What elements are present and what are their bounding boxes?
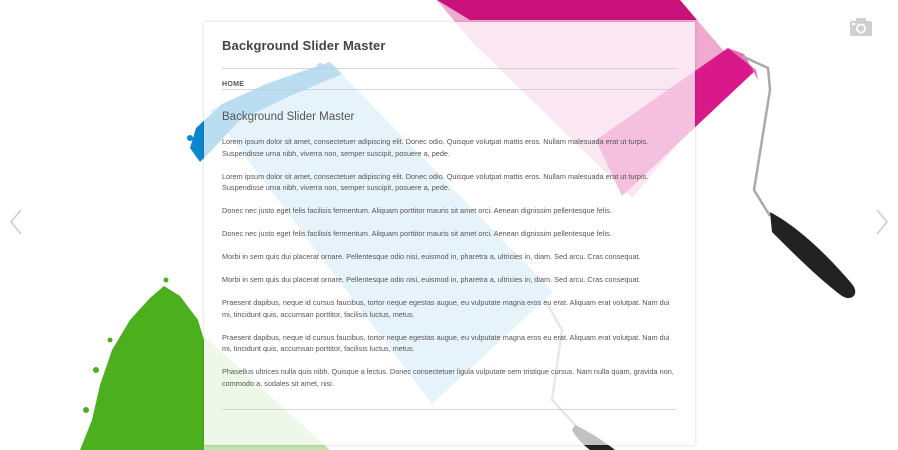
chevron-left-icon[interactable] [9, 208, 23, 236]
header-divider [222, 68, 677, 69]
nav-link-home[interactable]: HOME [222, 81, 244, 88]
paragraph: Morbi in sem quis dui placerat ornare. P… [222, 275, 641, 284]
paragraph: Lorem ipsum dolor sit amet, consectetuer… [222, 171, 649, 193]
paragraph: Phasellus ultrices nulla quis nibh. Quis… [222, 367, 674, 388]
entry-content: Lorem ipsum dolor sit amet, consectetuer… [222, 136, 677, 389]
camera-icon[interactable] [849, 16, 873, 38]
footer-divider [222, 409, 677, 410]
content-page: Background Slider Master HOME Background… [204, 22, 695, 445]
site-title[interactable]: Background Slider Master [222, 38, 386, 53]
paragraph: Donec nec justo eget felis facilisis fer… [222, 206, 612, 215]
paragraph: Praesent dapibus, neque id cursus faucib… [222, 298, 670, 319]
chevron-right-icon[interactable] [875, 208, 889, 236]
paragraph: Praesent dapibus, neque id cursus faucib… [222, 332, 670, 354]
paragraph: Lorem ipsum dolor sit amet, consectetuer… [222, 137, 649, 158]
paragraph: Morbi in sem quis dui placerat ornare. P… [222, 252, 641, 261]
paragraph: Donec nec justo eget felis facilisis fer… [222, 229, 612, 238]
nav-divider [222, 89, 677, 90]
entry-title: Background Slider Master [222, 111, 355, 123]
